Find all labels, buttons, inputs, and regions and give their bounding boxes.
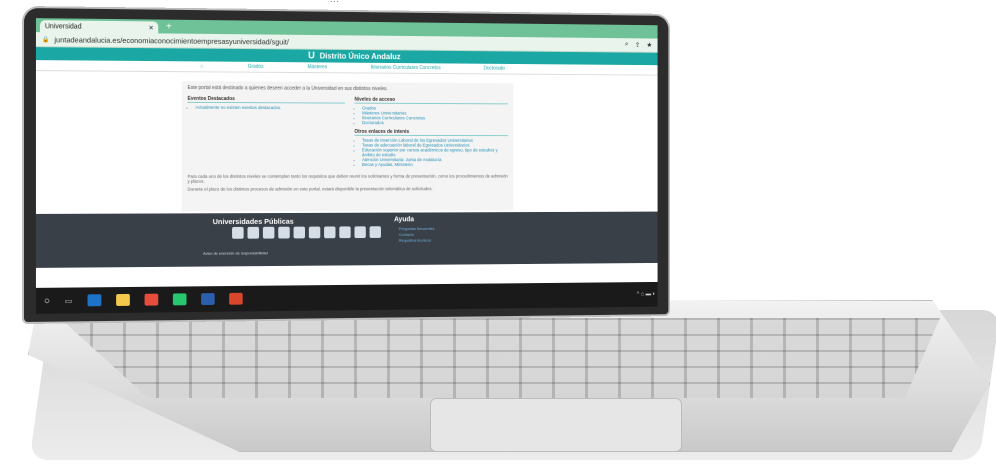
note-2: Durante el plazo de los distintos proces… (187, 186, 433, 192)
site-footer: Universidades Públicas Ayuda Preguntas f… (35, 211, 658, 268)
photo-scene: ... Universidad × + 🔒 juntadeandalucia.e… (0, 0, 996, 464)
university-logo-icon[interactable] (247, 226, 260, 239)
logo-icon: U (308, 50, 315, 62)
windows-taskbar: ○ ▭ ^ ⌂ ▬ ◐ (35, 281, 658, 314)
university-logo-icon[interactable] (232, 226, 244, 239)
footer-title: Universidades Públicas (212, 216, 294, 227)
university-logo-icon[interactable] (293, 226, 306, 239)
legal-notice: Aviso de exención de responsabilidad (203, 250, 268, 256)
lock-icon: 🔒 (41, 36, 50, 43)
other-links-list: Tasas de Inserción Laboral de los Egresa… (362, 138, 508, 167)
close-icon[interactable]: × (149, 23, 154, 32)
file-explorer-icon[interactable] (115, 293, 130, 306)
list-item: Actualmente no existen eventos destacado… (195, 105, 345, 111)
url-text[interactable]: juntadeandalucia.es/economiaconocimiento… (54, 35, 625, 49)
left-heading: Eventos Destacados (187, 95, 345, 104)
spotify-icon[interactable] (172, 293, 187, 306)
right-heading: Niveles de acceso (354, 96, 508, 105)
search-icon[interactable]: ⌕ (625, 41, 629, 49)
other-links-heading: Otros enlaces de interés (354, 128, 508, 137)
star-icon[interactable]: ★ (646, 41, 652, 49)
list-item[interactable]: Educación superior por cursos académicos… (362, 147, 508, 157)
main-content: Este portal está destinado a quienes des… (181, 81, 514, 212)
help-links: Preguntas frecuentes Contacto Requisitos… (399, 226, 435, 244)
chrome-icon[interactable] (144, 293, 158, 306)
university-logo-icon[interactable] (354, 226, 366, 239)
task-view-icon[interactable]: ▭ (65, 296, 72, 305)
start-icon[interactable]: ○ (44, 295, 50, 306)
help-link[interactable]: Requisitos técnicos (399, 238, 435, 244)
university-logo-icon[interactable] (278, 226, 290, 239)
note-1: Para cada uno de los distintos niveles s… (187, 173, 508, 184)
nav-doctorado[interactable]: Doctorado (484, 66, 505, 72)
omnibox-actions: ⌕ ⇪ ★ (625, 41, 652, 49)
page-caption: ... (330, 0, 996, 4)
university-logo-icon[interactable] (339, 226, 351, 239)
content-columns: Eventos Destacados Actualmente no existe… (187, 95, 508, 171)
access-levels-list: Grados Másteres Universitarios Itinerari… (362, 106, 508, 126)
nav-grados[interactable]: Grados (248, 64, 264, 70)
system-tray[interactable]: ^ ⌂ ▬ ◐ (637, 291, 656, 297)
new-tab-button[interactable]: + (166, 22, 172, 33)
laptop-lid: Universidad × + 🔒 juntadeandalucia.es/ec… (24, 8, 669, 322)
list-item[interactable]: Becas y Ayudas, Ministerio (362, 162, 508, 167)
powerpoint-icon[interactable] (228, 292, 243, 305)
nav-itinerarios[interactable]: Itinerarios Curriculares Concretos (371, 65, 441, 71)
share-icon[interactable]: ⇪ (635, 41, 640, 49)
word-icon[interactable] (200, 293, 215, 306)
tab-title: Universidad (44, 22, 82, 31)
right-column: Niveles de acceso Grados Másteres Univer… (354, 96, 508, 171)
university-logo-icon[interactable] (369, 226, 381, 238)
left-column: Eventos Destacados Actualmente no existe… (187, 95, 345, 171)
intro-text: Este portal está destinado a quienes des… (187, 85, 388, 93)
site-title: Distrito Único Andaluz (319, 51, 401, 62)
left-list: Actualmente no existen eventos destacado… (195, 105, 345, 111)
nav-masteres[interactable]: Másteres (308, 64, 328, 70)
keyboard (60, 318, 940, 398)
university-logo-icon[interactable] (262, 226, 275, 239)
university-logos (232, 226, 381, 239)
laptop-screen: Universidad × + 🔒 juntadeandalucia.es/ec… (35, 18, 658, 314)
edge-icon[interactable] (87, 294, 101, 307)
browser-tab[interactable]: Universidad × (39, 20, 159, 34)
university-logo-icon[interactable] (324, 226, 336, 239)
university-logo-icon[interactable] (308, 226, 321, 239)
list-item[interactable]: Doctorados (362, 120, 508, 125)
help-title: Ayuda (394, 216, 414, 224)
nav-home-icon[interactable]: ⌂ (200, 63, 203, 69)
trackpad (430, 398, 682, 452)
